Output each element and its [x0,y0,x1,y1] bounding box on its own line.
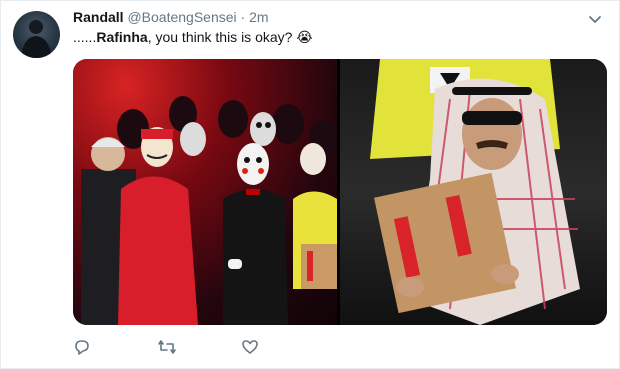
heart-icon [241,338,259,356]
retweet-icon [157,338,177,356]
reply-icon [73,338,91,356]
timestamp[interactable]: 2m [249,9,268,25]
mention-link[interactable]: Rafinha [96,29,147,45]
reply-button[interactable] [73,335,157,359]
author-name[interactable]: Randall [73,9,124,25]
retweet-button[interactable] [157,335,241,359]
separator-dot: · [240,9,246,25]
text-body: , you think this is okay? 😭 [147,29,313,45]
photo-costume-party[interactable] [73,59,337,325]
avatar[interactable] [13,11,60,58]
media-grid [73,59,607,325]
action-bar [73,335,325,359]
tweet-header: Randall @BoatengSensei · 2m [73,9,269,25]
chevron-down-icon[interactable] [587,11,603,27]
photo-sheikh-costume[interactable] [340,59,607,325]
tweet-card: Randall @BoatengSensei · 2m ......Rafinh… [0,0,620,369]
author-handle[interactable]: @BoatengSensei [127,9,236,25]
tweet-text: ......Rafinha, you think this is okay? 😭 [73,29,313,46]
text-prefix: ...... [73,29,97,45]
like-button[interactable] [241,335,325,359]
